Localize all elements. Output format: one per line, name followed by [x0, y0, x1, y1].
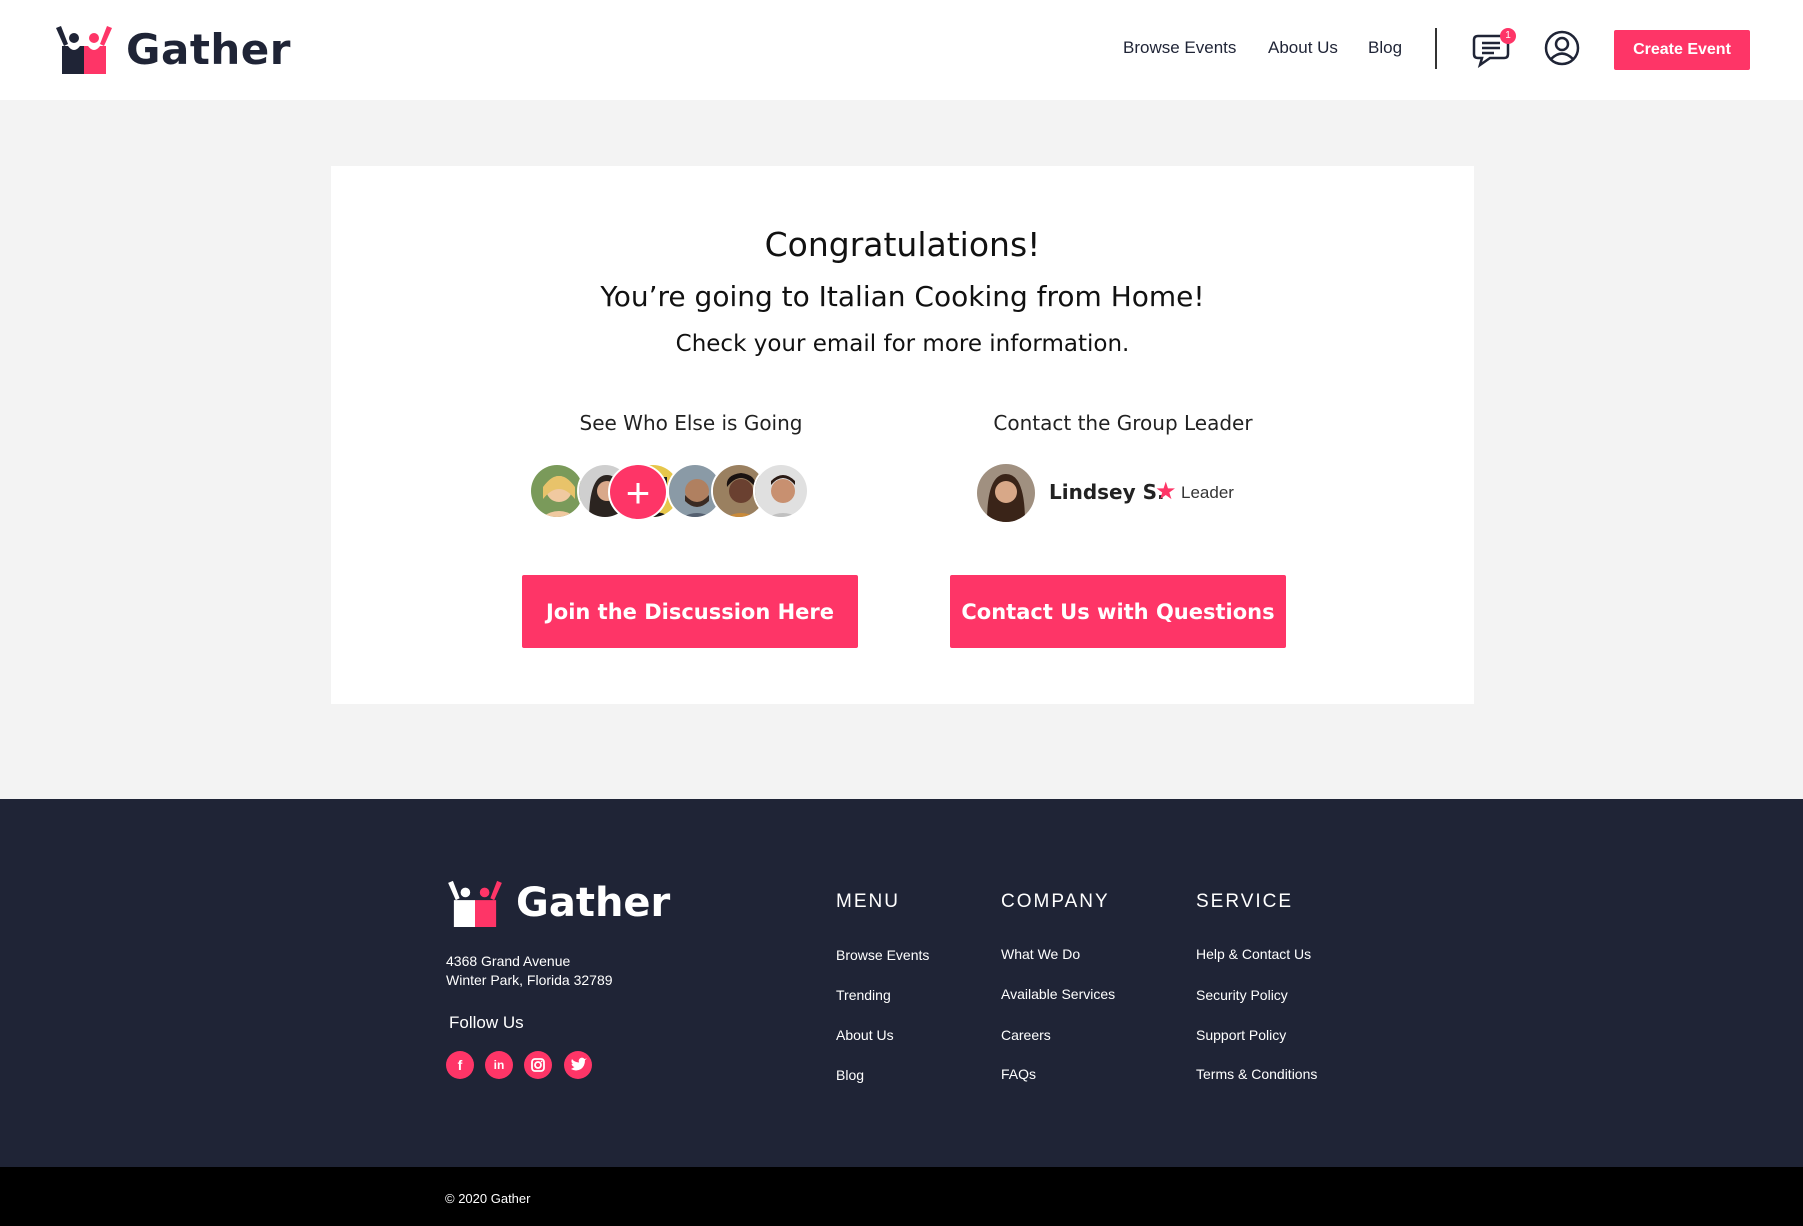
facebook-icon[interactable]: f: [446, 1051, 474, 1079]
site-footer: Gather 4368 Grand Avenue Winter Park, Fl…: [0, 799, 1803, 1167]
footer-brand-name: Gather: [516, 880, 671, 926]
footer-link-available-services[interactable]: Available Services: [1001, 986, 1115, 1002]
address-line-2: Winter Park, Florida 32789: [446, 972, 613, 988]
footer-link-terms[interactable]: Terms & Conditions: [1196, 1066, 1317, 1082]
copyright-bar: © 2020 Gather: [0, 1167, 1803, 1226]
nav-divider: [1435, 28, 1437, 69]
brand-logo[interactable]: Gather: [54, 24, 291, 74]
notification-badge: 1: [1500, 28, 1516, 44]
follow-us-label: Follow Us: [449, 1013, 524, 1032]
footer-logo[interactable]: Gather: [446, 879, 670, 927]
see-more-attendees-button[interactable]: +: [608, 463, 668, 521]
copyright-text: © 2020 Gather: [445, 1191, 531, 1206]
address-line-1: 4368 Grand Avenue: [446, 953, 571, 969]
footer-link-careers[interactable]: Careers: [1001, 1027, 1051, 1043]
footer-link-what-we-do[interactable]: What We Do: [1001, 946, 1080, 962]
twitter-icon[interactable]: [564, 1051, 592, 1079]
leader-avatar[interactable]: [977, 464, 1035, 522]
footer-company-heading: COMPANY: [1001, 891, 1110, 912]
nav-browse-events[interactable]: Browse Events: [1123, 38, 1236, 58]
gather-logo-icon: [448, 880, 502, 927]
brand-name: Gather: [126, 24, 291, 74]
attendee-avatars[interactable]: [529, 463, 869, 519]
footer-service-heading: SERVICE: [1196, 891, 1294, 912]
instagram-icon[interactable]: [524, 1051, 552, 1079]
footer-link-support-policy[interactable]: Support Policy: [1196, 1027, 1286, 1043]
footer-menu-heading: MENU: [836, 891, 900, 912]
leader-heading: Contact the Group Leader: [993, 411, 1253, 435]
footer-link-faqs[interactable]: FAQs: [1001, 1066, 1036, 1082]
footer-link-blog[interactable]: Blog: [836, 1067, 864, 1083]
top-header: Gather Browse Events About Us Blog 1 Cre…: [0, 0, 1803, 100]
user-account-icon[interactable]: [1544, 30, 1580, 66]
gather-logo-icon: [56, 26, 112, 74]
star-icon: ★: [1155, 478, 1177, 505]
leader-name[interactable]: Lindsey S.: [1049, 480, 1165, 504]
confirmation-card: Congratulations! You’re going to Italian…: [331, 166, 1474, 704]
linkedin-icon[interactable]: in: [485, 1051, 513, 1079]
confirmation-title: Congratulations!: [764, 225, 1041, 264]
leader-role-label: Leader: [1181, 483, 1234, 502]
footer-link-browse-events[interactable]: Browse Events: [836, 947, 929, 963]
create-event-button[interactable]: Create Event: [1614, 30, 1750, 70]
footer-link-trending[interactable]: Trending: [836, 987, 891, 1003]
footer-link-security-policy[interactable]: Security Policy: [1196, 987, 1288, 1003]
join-discussion-button[interactable]: Join the Discussion Here: [522, 575, 858, 648]
nav-about-us[interactable]: About Us: [1268, 38, 1338, 58]
footer-address: 4368 Grand Avenue Winter Park, Florida 3…: [446, 952, 613, 990]
contact-questions-button[interactable]: Contact Us with Questions: [950, 575, 1286, 648]
confirmation-info: Check your email for more information.: [675, 331, 1130, 357]
attendees-heading: See Who Else is Going: [579, 411, 803, 435]
avatar: [753, 463, 809, 519]
confirmation-subtitle: You’re going to Italian Cooking from Hom…: [600, 280, 1205, 313]
footer-link-help-contact[interactable]: Help & Contact Us: [1196, 946, 1311, 962]
footer-link-about-us[interactable]: About Us: [836, 1027, 894, 1043]
nav-blog[interactable]: Blog: [1368, 38, 1402, 58]
